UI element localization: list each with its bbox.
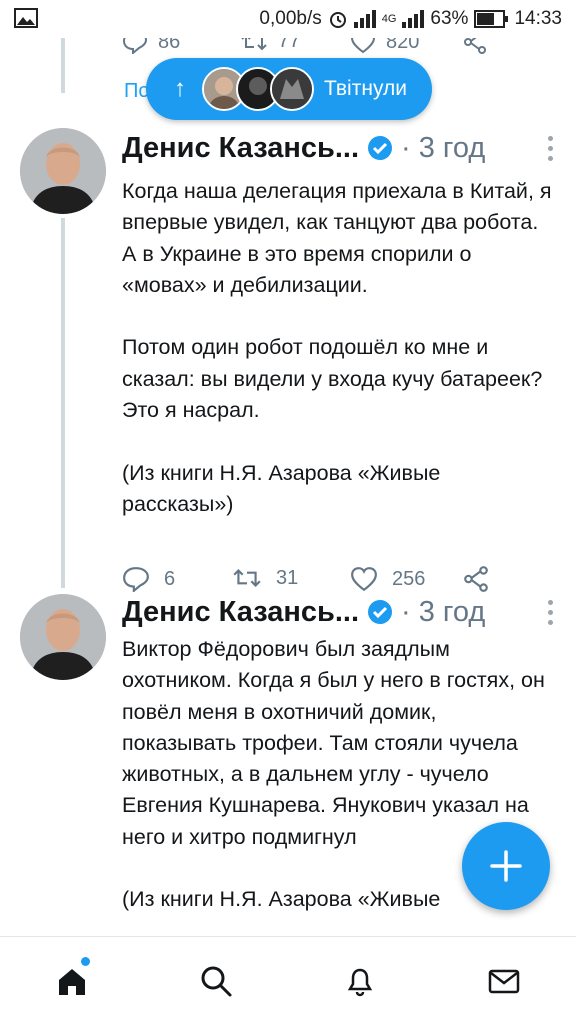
- messages-icon: [488, 969, 520, 994]
- image-icon: [14, 8, 38, 28]
- network-type: 4G: [381, 13, 397, 25]
- alarm-icon: [329, 12, 346, 28]
- share-button[interactable]: [462, 38, 488, 54]
- tweet-time: · 3 год: [401, 131, 486, 164]
- avatar: [270, 67, 314, 111]
- battery-icon: [474, 10, 509, 28]
- battery-percent: 63%: [430, 8, 469, 29]
- avatar[interactable]: [20, 594, 106, 680]
- timeline-feed[interactable]: 86 77 820 По Денис Казансь... · 3 год Ко…: [0, 38, 576, 936]
- tweet-time: · 3 год: [401, 595, 486, 628]
- signal-icon: [353, 10, 376, 28]
- author-name[interactable]: Денис Казансь...: [122, 132, 359, 165]
- notifications-icon: [347, 968, 373, 997]
- like-button[interactable]: 256: [350, 566, 425, 592]
- search-icon: [201, 966, 232, 997]
- share-icon: [464, 38, 486, 54]
- network-speed: 0,00b/s: [259, 8, 322, 29]
- verified-badge-icon: [368, 600, 393, 624]
- retweet-icon: [241, 38, 267, 50]
- more-options-icon[interactable]: [548, 136, 554, 166]
- nav-home[interactable]: [52, 957, 92, 1001]
- tweet-text: Когда наша делегация приехала в Китай, я…: [122, 179, 552, 516]
- thread-line: [61, 218, 65, 588]
- like-count: 820: [386, 38, 420, 53]
- verified-badge-icon: [368, 136, 393, 160]
- nav-messages[interactable]: [484, 961, 524, 1001]
- bottom-navigation: [0, 936, 576, 1025]
- reply-icon: [123, 567, 149, 592]
- retweet-button[interactable]: 31: [232, 566, 298, 590]
- retweet-count: 77: [278, 38, 301, 52]
- nav-notifications[interactable]: [340, 961, 380, 1001]
- pill-avatars: [202, 67, 314, 111]
- nav-search[interactable]: [196, 961, 236, 1001]
- reply-button[interactable]: 86: [122, 38, 180, 54]
- plus-icon: [490, 850, 522, 882]
- arrow-up-icon: ↑: [174, 75, 186, 102]
- avatar[interactable]: [20, 128, 106, 214]
- profile-photo: [20, 594, 106, 680]
- reply-button[interactable]: 6: [122, 566, 175, 592]
- pill-label: Твітнули: [324, 77, 407, 100]
- reply-icon: [122, 38, 148, 54]
- more-options-icon[interactable]: [548, 600, 554, 630]
- share-icon: [464, 566, 488, 592]
- reply-count: 86: [158, 38, 181, 53]
- signal-icon: [402, 10, 425, 28]
- retweet-count: 31: [276, 566, 299, 589]
- heart-icon: [350, 38, 376, 54]
- author-name[interactable]: Денис Казансь...: [122, 596, 359, 629]
- clock: 14:33: [514, 8, 562, 29]
- profile-photo: [20, 128, 106, 214]
- status-bar: 0,00b/s 4G 63% 14:33: [0, 0, 576, 38]
- like-button[interactable]: 820: [350, 38, 419, 54]
- retweet-button[interactable]: 77: [240, 38, 300, 53]
- heart-icon: [351, 567, 377, 592]
- like-count: 256: [392, 567, 426, 590]
- home-icon: [59, 969, 85, 995]
- reply-count: 6: [164, 567, 176, 590]
- retweet-icon: [233, 568, 261, 588]
- compose-tweet-button[interactable]: [462, 822, 550, 910]
- unread-dot: [81, 957, 90, 966]
- share-button[interactable]: [462, 566, 490, 592]
- new-tweets-pill[interactable]: ↑ Твітнули: [146, 58, 432, 120]
